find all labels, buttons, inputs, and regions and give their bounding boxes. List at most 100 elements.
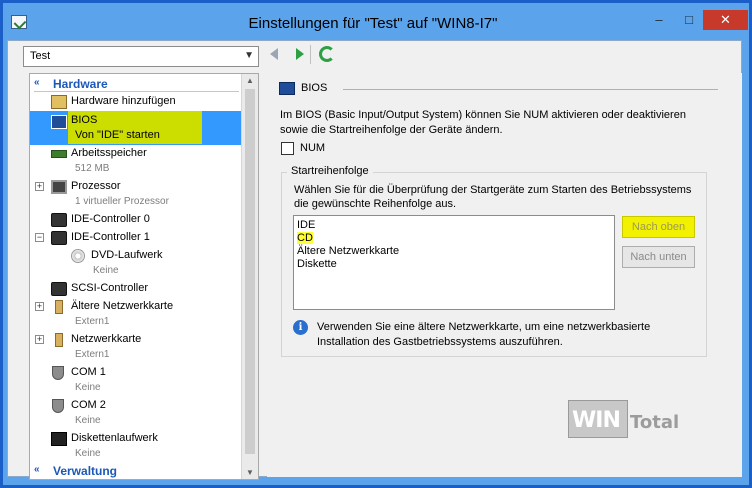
tree-item-ide-controller-0[interactable]: IDE-Controller 0: [30, 211, 242, 229]
tree-item-sublabel: Von "IDE" starten: [75, 129, 160, 141]
numlock-label[interactable]: NUM: [300, 142, 325, 154]
maximize-button[interactable]: □: [675, 10, 703, 30]
info-line: Verwenden Sie eine ältere Netzwerkkarte,…: [317, 321, 651, 333]
numlock-checkbox[interactable]: [281, 142, 294, 155]
tree-item-sublabel: Keine: [93, 265, 119, 276]
tree-item-floppy-drive[interactable]: Diskettenlaufwerk Keine: [30, 430, 242, 464]
toolbar-separator: [310, 45, 311, 64]
close-button[interactable]: ✕: [703, 10, 748, 30]
section-hardware[interactable]: « Hardware: [30, 75, 242, 92]
tree-item-sublabel: Keine: [75, 448, 101, 459]
tree-item-label: Arbeitsspeicher: [71, 147, 147, 159]
tree-item-dvd-drive[interactable]: DVD-Laufwerk Keine: [30, 247, 242, 281]
tree-item-label: Diskettenlaufwerk: [71, 432, 158, 444]
description-line: die gewünschte Reihenfolge aus.: [294, 198, 457, 210]
tree-item-processor[interactable]: + Prozessor 1 virtueller Prozessor: [30, 178, 242, 212]
tree-item-memory[interactable]: Arbeitsspeicher 512 MB: [30, 145, 242, 179]
disk-controller-icon: [51, 282, 67, 296]
tree-item-label: Prozessor: [71, 180, 121, 192]
back-arrow-icon[interactable]: [270, 48, 278, 60]
move-down-button[interactable]: Nach unten: [622, 246, 695, 268]
header-divider: [343, 89, 718, 90]
bios-description: Im BIOS (Basic Input/Output System) könn…: [280, 108, 700, 138]
scroll-up-icon[interactable]: ▲: [246, 76, 254, 85]
boot-order-list[interactable]: IDE CD Ältere Netzwerkkarte Diskette: [293, 215, 615, 310]
tree-item-label: Ältere Netzwerkkarte: [71, 300, 174, 312]
tree-item-sublabel: Extern1: [75, 349, 110, 360]
tree-item-label: IDE-Controller 1: [71, 231, 150, 243]
tree-item-label: BIOS: [71, 114, 98, 126]
chevron-down-icon: ▼: [244, 50, 254, 61]
tree-item-com1[interactable]: COM 1 Keine: [30, 364, 242, 398]
window-title: Einstellungen für "Test" auf "WIN8-I7": [248, 15, 498, 32]
pane-header: BIOS: [277, 79, 718, 99]
description-line: Im BIOS (Basic Input/Output System) könn…: [280, 109, 686, 121]
description-line: Wählen Sie für die Überprüfung der Start…: [294, 184, 692, 196]
list-item-selected[interactable]: CD: [297, 232, 313, 245]
scrollbar-thumb[interactable]: [245, 89, 255, 454]
tree-item-label: Hardware hinzufügen: [71, 95, 176, 107]
tree-item-label: SCSI-Controller: [71, 282, 149, 294]
list-item-label: Ältere Netzwerkkarte: [297, 245, 400, 257]
tree-item-scsi-controller[interactable]: SCSI-Controller: [30, 280, 242, 298]
vm-selector-dropdown[interactable]: Test ▼: [23, 46, 259, 67]
expand-plus-icon[interactable]: +: [35, 335, 44, 344]
tree-item-label: COM 2: [71, 399, 106, 411]
refresh-icon[interactable]: [319, 46, 335, 62]
floppy-icon: [51, 432, 67, 446]
tree-item-bios[interactable]: BIOS Von "IDE" starten: [30, 111, 242, 145]
list-item[interactable]: Diskette: [297, 258, 337, 271]
move-up-button[interactable]: Nach oben: [622, 216, 695, 238]
pane-title: BIOS: [301, 82, 328, 94]
startup-order-title: Startreihenfolge: [287, 165, 373, 177]
tree-item-sublabel: Keine: [75, 382, 101, 393]
tree-item-label: DVD-Laufwerk: [91, 249, 163, 261]
watermark-text-total: Total: [630, 412, 680, 433]
tree-item-label: Netzwerkkarte: [71, 333, 142, 345]
vm-selector-value: Test: [30, 50, 51, 62]
add-hardware-icon: [51, 95, 67, 109]
section-hardware-label: Hardware: [53, 77, 108, 91]
processor-icon: [51, 180, 67, 194]
collapse-minus-icon[interactable]: −: [35, 233, 44, 242]
memory-icon: [51, 150, 67, 158]
info-message: Verwenden Sie eine ältere Netzwerkkarte,…: [317, 320, 697, 350]
info-line: Installation des Gastbetriebssystems aus…: [317, 336, 563, 348]
info-icon: i: [293, 320, 308, 335]
tree-item-network-adapter[interactable]: + Netzwerkkarte Extern1: [30, 331, 242, 365]
collapse-chevron-icon: «: [34, 464, 40, 475]
bios-icon: [51, 115, 67, 129]
tree-item-label: IDE-Controller 0: [71, 213, 150, 225]
wintotal-watermark-logo: WIN Total: [568, 400, 680, 440]
dvd-icon: [71, 249, 85, 263]
list-item-label: CD: [297, 232, 313, 244]
disk-controller-icon: [51, 213, 67, 227]
tree-scrollbar[interactable]: ▲ ▼: [241, 74, 258, 479]
forward-arrow-icon[interactable]: [296, 48, 304, 60]
tree-item-com2[interactable]: COM 2 Keine: [30, 397, 242, 431]
tree-item-legacy-network-adapter[interactable]: + Ältere Netzwerkkarte Extern1: [30, 298, 242, 332]
minimize-button[interactable]: –: [645, 10, 673, 30]
watermark-text-win: WIN: [572, 408, 621, 433]
section-management-label: Verwaltung: [53, 464, 118, 478]
tree-item-sublabel: 512 MB: [75, 163, 110, 174]
title-bar: Einstellungen für "Test" auf "WIN8-I7" –…: [3, 3, 748, 40]
disk-controller-icon: [51, 231, 67, 245]
list-item[interactable]: IDE: [297, 219, 315, 232]
scroll-down-icon[interactable]: ▼: [246, 468, 254, 477]
tree-item-sublabel: Keine: [75, 415, 101, 426]
bios-icon: [279, 82, 295, 95]
tree-item-sublabel: Extern1: [75, 316, 110, 327]
section-divider: [34, 91, 239, 92]
tree-item-ide-controller-1[interactable]: − IDE-Controller 1: [30, 229, 242, 247]
hardware-tree[interactable]: « Hardware Hardware hinzufügen BIOS Von …: [29, 73, 259, 480]
list-item-label: IDE: [297, 219, 316, 231]
collapse-chevron-icon: «: [34, 77, 40, 88]
expand-plus-icon[interactable]: +: [35, 182, 44, 191]
section-management[interactable]: « Verwaltung: [30, 462, 242, 479]
expand-plus-icon[interactable]: +: [35, 302, 44, 311]
tree-item-sublabel: 1 virtueller Prozessor: [75, 196, 169, 207]
network-adapter-icon: [55, 333, 63, 347]
tree-item-add-hardware[interactable]: Hardware hinzufügen: [30, 93, 242, 111]
list-item[interactable]: Ältere Netzwerkkarte: [297, 245, 399, 258]
